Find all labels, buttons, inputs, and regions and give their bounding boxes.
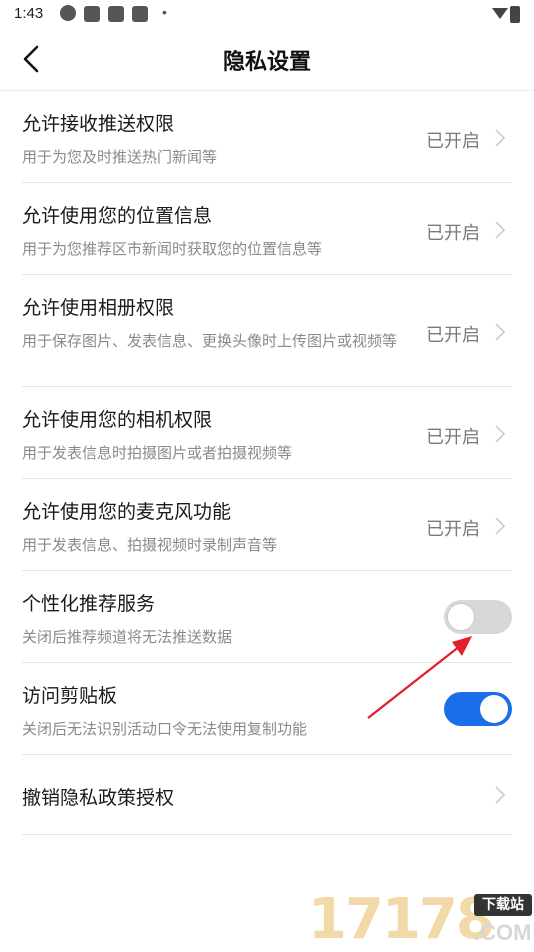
chevron-right-icon bbox=[495, 786, 506, 804]
app-notification-icon bbox=[84, 6, 100, 22]
setting-title: 允许使用您的麦克风功能 bbox=[22, 501, 232, 523]
notification-icon bbox=[60, 5, 76, 21]
setting-status: 已开启 bbox=[426, 427, 480, 448]
app-notification-icon bbox=[132, 6, 148, 22]
setting-title: 允许接收推送权限 bbox=[22, 113, 175, 135]
setting-description: 关闭后推荐频道将无法推送数据 bbox=[22, 628, 233, 646]
setting-status: 已开启 bbox=[426, 131, 480, 152]
setting-title: 撤销隐私政策授权 bbox=[22, 787, 175, 809]
setting-description: 用于为您推荐区市新闻时获取您的位置信息等 bbox=[22, 240, 323, 258]
chevron-right-icon bbox=[495, 517, 506, 535]
setting-title: 个性化推荐服务 bbox=[22, 593, 156, 615]
watermark-digits: 17178 bbox=[308, 887, 495, 952]
setting-description: 用于发表信息、拍摄视频时录制声音等 bbox=[22, 536, 278, 554]
watermark-suffix: .COM bbox=[474, 920, 532, 945]
setting-status: 已开启 bbox=[426, 519, 480, 540]
setting-description: 用于保存图片、发表信息、更换头像时上传图片或视频等 bbox=[22, 332, 398, 350]
status-time: 1:43 bbox=[14, 5, 44, 22]
setting-title: 允许使用您的相机权限 bbox=[22, 409, 213, 431]
setting-title: 允许使用相册权限 bbox=[22, 297, 175, 319]
toggle-knob bbox=[480, 695, 508, 723]
wifi-icon bbox=[492, 8, 508, 19]
setting-row-clipboard: 访问剪贴板 关闭后无法识别活动口令无法使用复制功能 bbox=[22, 663, 512, 755]
battery-icon bbox=[510, 6, 520, 23]
setting-row-push-permission[interactable]: 允许接收推送权限 用于为您及时推送热门新闻等 已开启 bbox=[22, 91, 512, 183]
watermark-badge: 下载站 bbox=[474, 894, 532, 916]
toggle-knob bbox=[447, 603, 475, 631]
setting-row-camera[interactable]: 允许使用您的相机权限 用于发表信息时拍摄图片或者拍摄视频等 已开启 bbox=[22, 387, 512, 479]
settings-list: 允许接收推送权限 用于为您及时推送热门新闻等 已开启 允许使用您的位置信息 用于… bbox=[22, 91, 512, 835]
setting-description: 关闭后无法识别活动口令无法使用复制功能 bbox=[22, 720, 308, 738]
setting-description: 用于发表信息时拍摄图片或者拍摄视频等 bbox=[22, 444, 293, 462]
setting-title: 访问剪贴板 bbox=[22, 685, 118, 707]
setting-row-location[interactable]: 允许使用您的位置信息 用于为您推荐区市新闻时获取您的位置信息等 已开启 bbox=[22, 183, 512, 275]
setting-status: 已开启 bbox=[426, 325, 480, 346]
setting-row-album[interactable]: 允许使用相册权限 用于保存图片、发表信息、更换头像时上传图片或视频等 已开启 bbox=[22, 275, 512, 387]
setting-status: 已开启 bbox=[426, 223, 480, 244]
status-bar: 1:43 • bbox=[0, 0, 534, 30]
chevron-right-icon bbox=[495, 323, 506, 341]
setting-title: 允许使用您的位置信息 bbox=[22, 205, 213, 227]
chevron-right-icon bbox=[495, 129, 506, 147]
clipboard-toggle[interactable] bbox=[444, 692, 512, 726]
setting-row-personalized-recommendation: 个性化推荐服务 关闭后推荐频道将无法推送数据 bbox=[22, 571, 512, 663]
personalized-recommendation-toggle[interactable] bbox=[444, 600, 512, 634]
app-notification-icon bbox=[108, 6, 124, 22]
more-notifications-icon: • bbox=[162, 4, 167, 20]
header-bar: 隐私设置 bbox=[0, 30, 534, 91]
chevron-right-icon bbox=[495, 425, 506, 443]
setting-description: 用于为您及时推送热门新闻等 bbox=[22, 148, 218, 166]
site-watermark: 17178 下载站 .COM bbox=[308, 890, 534, 950]
setting-row-microphone[interactable]: 允许使用您的麦克风功能 用于发表信息、拍摄视频时录制声音等 已开启 bbox=[22, 479, 512, 571]
page-title: 隐私设置 bbox=[222, 50, 311, 75]
chevron-right-icon bbox=[495, 221, 506, 239]
setting-row-revoke-privacy[interactable]: 撤销隐私政策授权 bbox=[22, 755, 512, 835]
